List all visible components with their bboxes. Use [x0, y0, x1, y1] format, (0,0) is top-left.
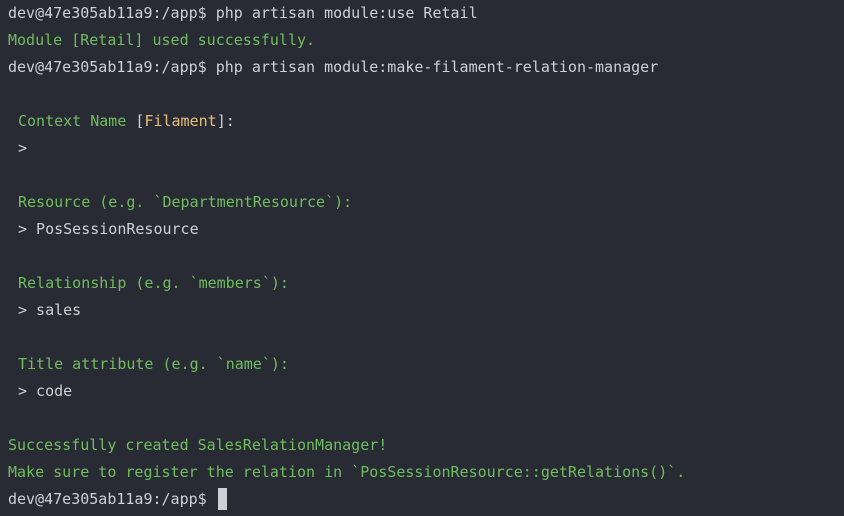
prompt: dev@47e305ab11a9:/app$: [8, 490, 216, 508]
resource-answer: > PosSessionResource: [18, 220, 199, 238]
default-value: Filament: [144, 112, 217, 130]
question-label: Context Name: [18, 112, 127, 130]
prompt: dev@47e305ab11a9:/app$: [8, 58, 216, 76]
default-close: ]:: [216, 112, 235, 130]
context-name-answer: >: [18, 139, 28, 157]
title-attribute-question: Title attribute (e.g. `name`):: [18, 355, 289, 373]
command-text: php artisan module:make-filament-relatio…: [215, 58, 659, 76]
terminal-window[interactable]: dev@47e305ab11a9:/app$ php artisan modul…: [0, 0, 844, 516]
relationship-answer: > sales: [18, 301, 82, 319]
text-cursor[interactable]: [217, 487, 227, 510]
resource-question: Resource (e.g. `DepartmentResource`):: [18, 193, 353, 211]
register-note: Make sure to register the relation in `P…: [8, 463, 686, 481]
success-message: Successfully created SalesRelationManage…: [8, 436, 388, 454]
command-text: php artisan module:use Retail: [215, 4, 478, 22]
title-attribute-answer: > code: [18, 382, 73, 400]
prompt: dev@47e305ab11a9:/app$: [8, 4, 216, 22]
output-module-used: Module [Retail] used successfully.: [8, 31, 316, 49]
context-name-question: Context Name [Filament]:: [8, 108, 836, 135]
active-prompt-line[interactable]: dev@47e305ab11a9:/app$: [8, 486, 836, 513]
command-line-2: dev@47e305ab11a9:/app$ php artisan modul…: [8, 54, 836, 81]
command-line-1: dev@47e305ab11a9:/app$ php artisan modul…: [8, 0, 836, 27]
relationship-question: Relationship (e.g. `members`):: [18, 274, 289, 292]
